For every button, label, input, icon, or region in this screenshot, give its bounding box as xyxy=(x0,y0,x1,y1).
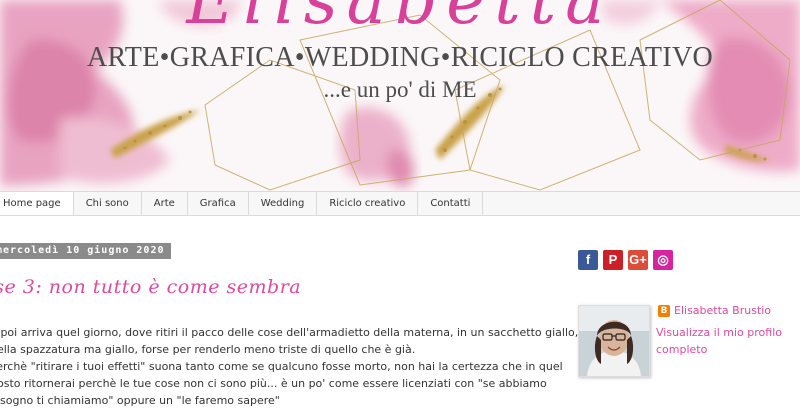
profile-photo[interactable] xyxy=(578,305,650,377)
blogger-icon: B xyxy=(658,304,670,317)
banner-script-title: Elisabetta xyxy=(186,0,614,39)
facebook-icon[interactable]: f xyxy=(578,250,598,270)
banner-subtitle: ...e un po' di ME xyxy=(323,77,477,102)
google-plus-icon[interactable]: G+ xyxy=(628,250,648,270)
view-profile-link[interactable]: Visualizza il mio profilo completo xyxy=(656,324,796,358)
banner-tagline: ARTE•GRAFICA•WEDDING•RICICLO CREATIVO xyxy=(86,42,714,73)
tab-arte[interactable]: Arte xyxy=(141,192,188,215)
social-icons: f P G+ ◎ xyxy=(578,250,673,270)
nav-tab-list: Home page Chi sono Arte Grafica Wedding … xyxy=(0,192,484,215)
post-body-line: E poi arriva quel giorno, dove ritiri il… xyxy=(0,326,579,339)
pinterest-icon[interactable]: P xyxy=(603,250,623,270)
tab-chi-sono[interactable]: Chi sono xyxy=(73,192,142,215)
profile-name-row: B Elisabetta Brustio xyxy=(658,304,771,317)
tab-home-page[interactable]: Home page xyxy=(0,192,74,215)
post-body-line: Perchè "ritirare i tuoi effetti" suona t… xyxy=(0,360,563,373)
tab-riciclo-creativo[interactable]: Riciclo creativo xyxy=(317,192,419,215)
post-body-line: della spazzatura ma giallo, forse per re… xyxy=(0,343,416,356)
tab-grafica[interactable]: Grafica xyxy=(187,192,249,215)
avatar xyxy=(579,306,649,376)
tab-wedding[interactable]: Wedding xyxy=(248,192,318,215)
post-body-line: bisogno ti chiamiamo" oppure un "le fare… xyxy=(0,394,280,407)
header-banner[interactable]: Elisabetta ARTE•GRAFICA•WEDDING•RICICLO … xyxy=(0,0,800,191)
post-body-line: posto ritornerai perchè le tue cose non … xyxy=(0,377,547,390)
post-body: E poi arriva quel giorno, dove ritiri il… xyxy=(0,324,579,409)
profile-name[interactable]: Elisabetta Brustio xyxy=(674,304,771,317)
post-date-header: mercoledì 10 giugno 2020 xyxy=(0,243,171,259)
pages-nav: Home page Chi sono Arte Grafica Wedding … xyxy=(0,191,800,216)
post-title[interactable]: Fase 3: non tutto è come sembra xyxy=(0,276,301,298)
tab-contatti[interactable]: Contatti xyxy=(418,192,484,215)
instagram-icon[interactable]: ◎ xyxy=(653,250,673,270)
